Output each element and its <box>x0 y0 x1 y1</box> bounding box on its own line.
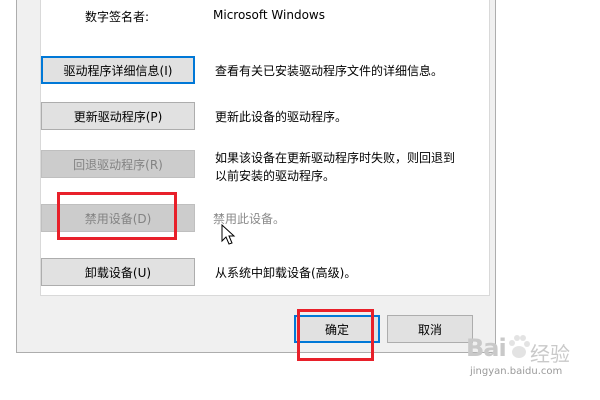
uninstall-device-button[interactable]: 卸载设备(U) <box>41 258 195 286</box>
roll-back-driver-button[interactable]: 回退驱动程序(R) <box>41 150 195 178</box>
update-driver-description: 更新此设备的驱动程序。 <box>215 110 348 124</box>
digital-signer-label: 数字签名者: <box>85 10 150 24</box>
update-driver-button[interactable]: 更新驱动程序(P) <box>41 102 195 130</box>
watermark-brand-cn: 经验 <box>530 342 570 366</box>
ok-button-highlight <box>297 309 374 361</box>
roll-back-driver-description-line1: 如果该设备在更新驱动程序时失败，则回退到 <box>215 151 456 165</box>
cancel-button[interactable]: 取消 <box>387 315 473 343</box>
uninstall-device-description: 从系统中卸载设备(高级)。 <box>215 266 357 280</box>
driver-details-description: 查看有关已安装驱动程序文件的详细信息。 <box>215 64 444 78</box>
disable-device-highlight <box>57 192 177 240</box>
driver-details-button[interactable]: 驱动程序详细信息(I) <box>41 56 195 84</box>
roll-back-driver-description-line2: 以前安装的驱动程序。 <box>215 169 336 183</box>
driver-tab-panel <box>40 0 490 296</box>
watermark-url: jingyan.baidu.com <box>470 366 563 377</box>
mouse-cursor-icon <box>221 224 236 245</box>
digital-signer-value: Microsoft Windows <box>213 8 325 22</box>
watermark-brand: Bai <box>466 334 507 362</box>
paw-logo-icon <box>509 335 530 358</box>
